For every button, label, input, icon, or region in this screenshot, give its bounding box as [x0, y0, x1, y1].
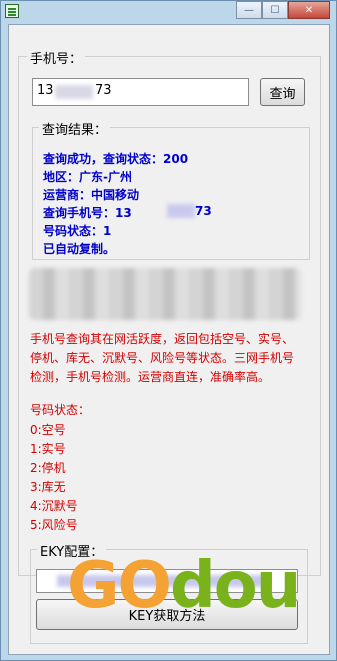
result-group: 查询结果： 查询成功，查询状态：200 地区：广东-广州 运营商：中国移动 查询… [32, 119, 310, 260]
description-line: 检测，手机号检测。运营商直连，准确率高。 [30, 370, 271, 384]
redacted-digits [167, 204, 195, 218]
phone-group-legend: 手机号： [27, 48, 86, 67]
result-line: 已自动复制。 [43, 242, 116, 256]
result-line: 查询手机号：13 [43, 206, 132, 220]
result-line: 运营商：中国移动 [43, 188, 140, 202]
result-line: 查询成功，查询状态：200 [43, 152, 189, 166]
app-window: — ☐ ✕ 手机号： 13 73 查询 查询结果： 查询成功，查询状态：200 … [0, 0, 337, 661]
status-item: 4:沉默号 [30, 499, 78, 513]
result-group-legend: 查询结果： [39, 119, 111, 138]
title-bar[interactable]: — ☐ ✕ [1, 1, 336, 23]
status-item: 3:库无 [30, 480, 66, 494]
result-line: 地区：广东-广州 [43, 170, 132, 184]
description-line: 手机号查询其在网活跃度，返回包括空号、实号、 [30, 332, 295, 346]
phone-group: 手机号： 13 73 查询 查询结果： 查询成功，查询状态：200 地区：广东-… [18, 48, 321, 576]
description-line: 停机、库无、沉默号、风险号等状态。三网手机号 [30, 351, 295, 365]
status-item: 2:停机 [30, 461, 66, 475]
status-item: 1:实号 [30, 442, 66, 456]
result-phone-suffix: 73 [195, 204, 212, 218]
redacted-banner [29, 268, 301, 320]
phone-input-prefix: 13 [37, 83, 54, 98]
watermark-text-dou: dou [169, 549, 301, 623]
watermark-logo: GOdou [67, 549, 301, 623]
query-button[interactable]: 查询 [260, 78, 305, 106]
close-icon: ✕ [304, 4, 314, 16]
watermark-text-go: GO [67, 549, 172, 623]
query-button-label: 查询 [269, 86, 296, 102]
status-title: 号码状态： [30, 403, 91, 417]
maximize-icon: ☐ [270, 4, 280, 16]
minimize-button[interactable]: — [236, 1, 262, 19]
result-line: 号码状态：1 [43, 224, 112, 238]
close-button[interactable]: ✕ [288, 1, 330, 19]
phone-input-suffix: 73 [95, 83, 112, 98]
phone-input[interactable]: 13 73 [32, 78, 249, 106]
maximize-button[interactable]: ☐ [262, 1, 288, 19]
minimize-icon: — [244, 4, 254, 16]
status-item: 5:风险号 [30, 518, 78, 532]
app-icon [5, 4, 19, 18]
status-item: 0:空号 [30, 423, 66, 437]
redacted-digits [55, 85, 93, 99]
